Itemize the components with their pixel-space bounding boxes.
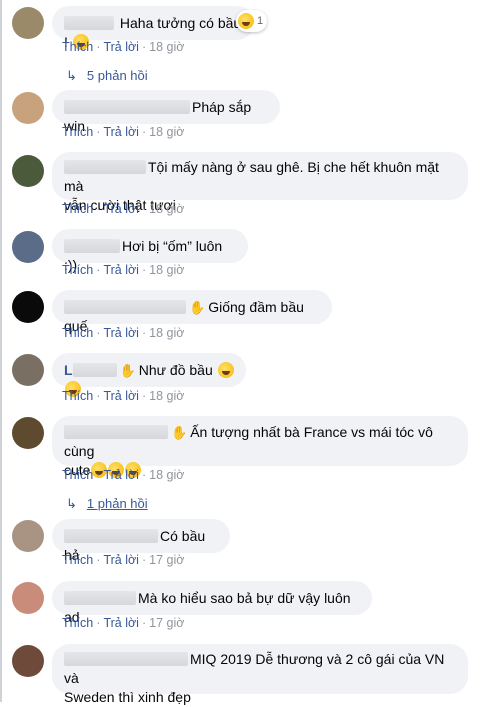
waving-hand-icon: ✋ (119, 363, 136, 378)
comment-bubble: Haha tưởng có bầu ! (52, 6, 254, 50)
reply-link[interactable]: Trả lời (103, 40, 139, 54)
redacted-name (64, 300, 186, 314)
like-link[interactable]: Thích (62, 468, 93, 482)
comment-actions: Thích · Trả lời · 18 giờ (62, 125, 185, 139)
timestamp[interactable]: 18 giờ (149, 326, 184, 340)
like-link[interactable]: Thích (62, 202, 93, 216)
view-replies-link[interactable]: ↳ 5 phản hồi (66, 68, 148, 84)
comment-text-line2: Sweden thì xinh đẹp (64, 689, 191, 705)
reaction-count: 1 (257, 15, 264, 27)
rolling-laughing-emoji-icon (217, 362, 234, 378)
reply-arrow-icon: ↳ (66, 68, 77, 83)
redacted-name (64, 425, 168, 439)
timestamp[interactable]: 18 giờ (149, 40, 184, 54)
avatar[interactable] (12, 582, 44, 614)
comment-actions: Thích · Trả lời · 18 giờ (62, 468, 185, 482)
reply-link[interactable]: Trả lời (103, 326, 139, 340)
like-link[interactable]: Thích (62, 553, 93, 567)
reply-arrow-icon: ↳ (66, 496, 77, 511)
avatar[interactable] (12, 354, 44, 386)
reaction-badge[interactable]: 1 (236, 10, 268, 32)
reply-link[interactable]: Trả lời (103, 468, 139, 482)
comment-actions: Thích · Trả lời · 18 giờ (62, 263, 185, 277)
avatar[interactable] (12, 231, 44, 263)
redacted-name (64, 529, 158, 543)
waving-hand-icon: ✋ (189, 300, 206, 315)
comment-bubble: MIQ 2019 Dễ thương và 2 cô gái của VN và… (52, 644, 468, 705)
commenter-name[interactable]: L (64, 362, 73, 378)
timestamp[interactable]: 18 giờ (149, 125, 184, 139)
comment-actions: Thích · Trả lời · 18 giờ (62, 202, 185, 216)
like-link[interactable]: Thích (62, 263, 93, 277)
reply-link[interactable]: Trả lời (103, 125, 139, 139)
redacted-name (64, 16, 114, 30)
comment-text: Như đồ bầu (138, 362, 213, 378)
comment-bubble: Hơi bị “ốm” luôn :)) (52, 229, 248, 273)
avatar[interactable] (12, 520, 44, 552)
comment-actions: Thích · Trả lời · 18 giờ (62, 326, 185, 340)
like-link[interactable]: Thích (62, 389, 93, 403)
redacted-name (64, 652, 188, 666)
redacted-name (64, 160, 146, 174)
like-link[interactable]: Thích (62, 616, 93, 630)
view-replies-link[interactable]: ↳ 1 phản hồi (66, 496, 148, 512)
comment-bubble: ✋ Giống đầm bầu quế (52, 290, 332, 334)
comment-bubble: Có bầu hả (52, 519, 230, 563)
comment-actions: Thích · Trả lời · 17 giờ (62, 616, 185, 630)
window-edge (0, 0, 2, 702)
reply-link[interactable]: Trả lời (103, 616, 139, 630)
redacted-name (64, 100, 190, 114)
avatar[interactable] (12, 417, 44, 449)
timestamp[interactable]: 18 giờ (149, 468, 184, 482)
reply-link[interactable]: Trả lời (103, 263, 139, 277)
like-link[interactable]: Thích (62, 326, 93, 340)
comment-bubble: Tội mấy nàng ở sau ghê. Bị che hết khuôn… (52, 152, 468, 213)
timestamp[interactable]: 17 giờ (149, 616, 184, 630)
comment-bubble: Pháp sắp win (52, 90, 280, 134)
reply-link[interactable]: Trả lời (103, 553, 139, 567)
comment-bubble: ✋ Ấn tượng nhất bà France vs mái tóc vô c… (52, 416, 468, 478)
like-link[interactable]: Thích (62, 125, 93, 139)
comment-actions: Thích · Trả lời · 18 giờ (62, 389, 185, 403)
redacted-name (64, 591, 136, 605)
comment-bubble: Mà ko hiểu sao bả bự dữ vậy luôn ad (52, 581, 372, 625)
avatar[interactable] (12, 291, 44, 323)
avatar[interactable] (12, 645, 44, 677)
avatar[interactable] (12, 7, 44, 39)
timestamp[interactable]: 18 giờ (149, 202, 184, 216)
like-link[interactable]: Thích (62, 40, 93, 54)
haha-reaction-icon (238, 13, 254, 29)
comment-bubble: L ✋ Như đồ bầu (52, 353, 246, 397)
reply-link[interactable]: Trả lời (103, 202, 139, 216)
avatar[interactable] (12, 92, 44, 124)
avatar[interactable] (12, 155, 44, 187)
timestamp[interactable]: 18 giờ (149, 263, 184, 277)
comment-actions: Thích · Trả lời · 17 giờ (62, 553, 185, 567)
waving-hand-icon: ✋ (171, 425, 188, 440)
timestamp[interactable]: 18 giờ (149, 389, 184, 403)
reply-link[interactable]: Trả lời (103, 389, 139, 403)
timestamp[interactable]: 17 giờ (149, 553, 184, 567)
comment-actions: Thích · Trả lời · 18 giờ (62, 40, 185, 54)
redacted-name (64, 239, 120, 253)
redacted-name (72, 363, 117, 377)
